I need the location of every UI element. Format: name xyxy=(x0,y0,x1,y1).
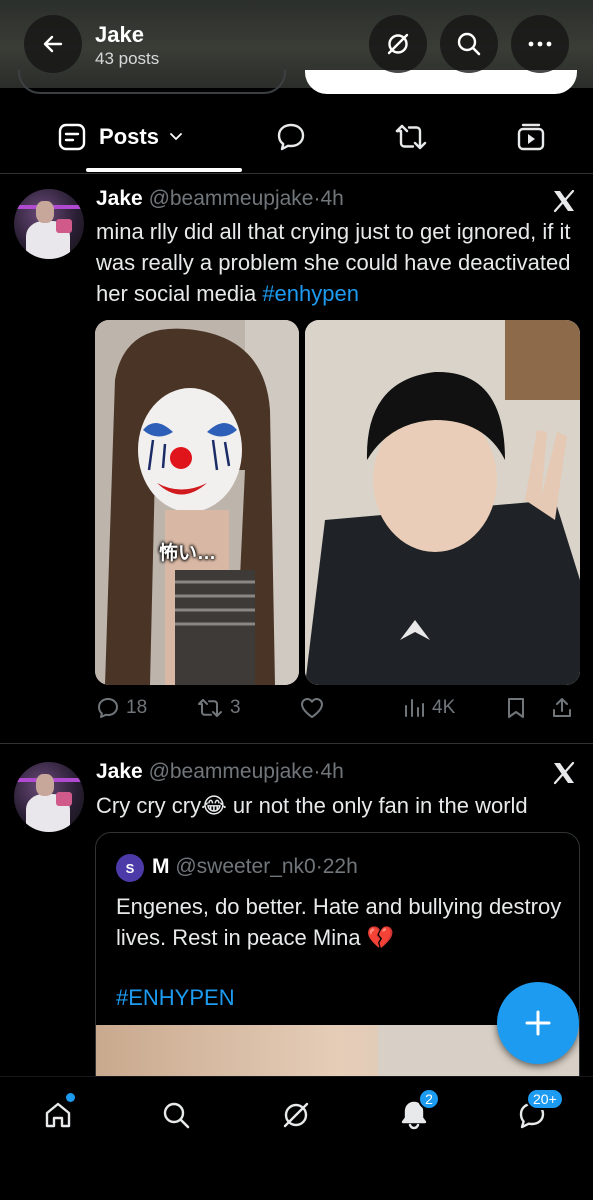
share-button[interactable] xyxy=(550,696,580,720)
grok-icon xyxy=(283,1102,309,1128)
post-meta: Jake @beammeupjake·4h xyxy=(96,760,344,784)
views-button[interactable]: 4K xyxy=(402,696,455,720)
nav-notifications[interactable]: 2 xyxy=(394,1088,440,1135)
repost-count: 3 xyxy=(230,697,241,718)
avatar[interactable] xyxy=(14,189,84,259)
grok-icon xyxy=(387,33,409,55)
quoted-avatar[interactable]: S xyxy=(116,854,144,882)
chevron-down-icon xyxy=(170,133,182,141)
views-icon xyxy=(405,699,424,717)
reply-button[interactable]: 18 xyxy=(96,696,147,720)
search-icon xyxy=(163,1102,190,1129)
bottom-navigation: 2 20+ xyxy=(0,1076,593,1200)
more-button[interactable] xyxy=(511,15,569,73)
plus-icon xyxy=(525,1010,551,1036)
bookmark-icon xyxy=(508,698,524,718)
author-handle[interactable]: @beammeupjake xyxy=(149,760,314,783)
media-icon xyxy=(517,123,545,151)
post-image-2[interactable] xyxy=(305,320,580,685)
heart-icon xyxy=(301,698,323,718)
messages-badge: 20+ xyxy=(526,1088,564,1110)
x-logo-icon xyxy=(553,189,575,213)
avatar-face xyxy=(36,201,54,223)
quoted-meta: M @sweeter_nk0·22h xyxy=(152,855,358,879)
grok-button[interactable] xyxy=(369,15,427,73)
tab-posts-label: Posts xyxy=(99,124,159,149)
quoted-post[interactable]: S M @sweeter_nk0·22h Engenes, do better.… xyxy=(95,832,580,1092)
quoted-text: Engenes, do better. Hate and bullying de… xyxy=(116,894,562,950)
quoted-author-name[interactable]: M xyxy=(152,855,170,878)
follow-button-edge xyxy=(305,70,577,94)
tab-replies[interactable] xyxy=(260,100,322,174)
hashtag-link[interactable]: #enhypen xyxy=(262,281,359,306)
view-count: 4K xyxy=(432,697,456,718)
quoted-post-time: 22h xyxy=(322,855,358,878)
profile-header: Jake 43 posts xyxy=(0,0,593,94)
nav-grok[interactable] xyxy=(276,1095,316,1135)
like-button[interactable] xyxy=(299,696,331,720)
bookmark-button[interactable] xyxy=(505,696,533,720)
post-actions: 18 3 4K xyxy=(0,688,593,734)
avatar-graphic xyxy=(56,792,72,806)
post-text: Cry cry cry😂 ur not the only fan in the … xyxy=(96,793,528,818)
image-overlay-text: 怖い… xyxy=(159,543,217,564)
tab-media[interactable] xyxy=(500,100,562,174)
quoted-hashtag-link[interactable]: #ENHYPEN xyxy=(116,985,235,1011)
home-unread-dot xyxy=(66,1093,75,1102)
back-button[interactable] xyxy=(24,15,82,73)
reply-icon xyxy=(98,698,118,718)
more-icon xyxy=(528,41,552,47)
nav-home[interactable] xyxy=(38,1093,78,1135)
tab-reposts[interactable] xyxy=(380,100,442,174)
avatar-graphic xyxy=(56,219,72,233)
post-image-1[interactable]: 怖い… xyxy=(95,320,299,685)
search-icon xyxy=(457,32,481,56)
search-button[interactable] xyxy=(440,15,498,73)
active-tab-indicator xyxy=(86,168,242,172)
nav-search[interactable] xyxy=(156,1095,196,1135)
notifications-badge: 2 xyxy=(418,1088,440,1110)
post-text: mina rlly did all that crying just to ge… xyxy=(96,216,580,309)
x-logo-icon xyxy=(553,761,575,785)
quoted-author-handle[interactable]: @sweeter_nk0 xyxy=(175,855,315,878)
repost-icon xyxy=(198,699,222,717)
post-time: 4h xyxy=(320,187,344,210)
avatar-face xyxy=(36,774,54,796)
profile-name: Jake xyxy=(95,22,144,47)
author-name[interactable]: Jake xyxy=(96,760,143,783)
tab-posts[interactable]: Posts xyxy=(40,100,242,174)
post-count: 43 posts xyxy=(95,49,160,68)
profile-tabs: Posts xyxy=(0,100,593,174)
author-handle[interactable]: @beammeupjake xyxy=(149,187,314,210)
nav-messages[interactable]: 20+ xyxy=(512,1088,564,1135)
compose-button[interactable] xyxy=(497,982,579,1064)
edit-profile-button-edge xyxy=(18,70,286,94)
reply-count: 18 xyxy=(126,697,148,718)
repost-button[interactable]: 3 xyxy=(196,696,241,720)
post-meta: Jake @beammeupjake·4h xyxy=(96,187,344,211)
posts-icon xyxy=(58,123,86,151)
replies-icon xyxy=(277,123,305,151)
post-image-2-illustration xyxy=(305,320,580,685)
avatar[interactable] xyxy=(14,762,84,832)
back-arrow-icon xyxy=(43,35,63,53)
share-icon xyxy=(553,698,571,717)
post-divider xyxy=(0,743,593,744)
post-time: 4h xyxy=(320,760,344,783)
author-name[interactable]: Jake xyxy=(96,187,143,210)
reposts-icon xyxy=(395,124,427,150)
home-icon xyxy=(45,1102,71,1128)
post-image-1-illustration xyxy=(95,320,299,685)
meta-separator: · xyxy=(315,855,323,878)
